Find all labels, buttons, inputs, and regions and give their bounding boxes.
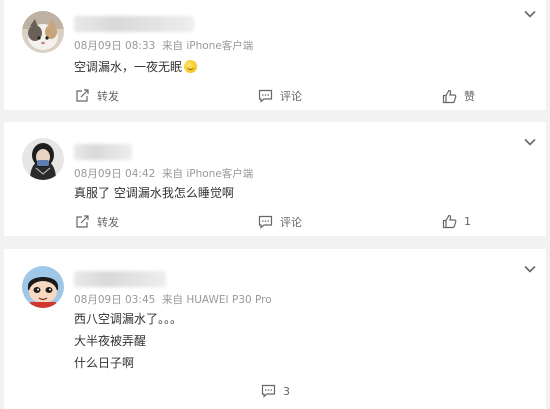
tears-of-joy-emoji: [184, 60, 198, 73]
source: 来自 iPhone客户端: [162, 40, 254, 52]
comment-line: 西八空调漏水了。。。: [74, 312, 183, 326]
comment-icon: [258, 89, 273, 103]
comment-card: 08月09日 04:42 来自 iPhone客户端 真服了 空调漏水我怎么睡觉啊…: [4, 122, 546, 236]
comment-line: 什么日子啊: [74, 356, 135, 370]
comment-text: 真服了 空调漏水我怎么睡觉啊: [74, 184, 234, 201]
comment-meta: 08月09日 03:45 来自 HUAWEI P30 Pro: [74, 292, 272, 307]
chevron-down-icon[interactable]: [524, 138, 536, 146]
like-count: 1: [464, 215, 471, 228]
comment-button[interactable]: 3: [261, 384, 290, 398]
chevron-down-icon[interactable]: [524, 10, 536, 18]
comment-text-line-2: 大半夜被弄醒: [74, 332, 146, 349]
avatar[interactable]: [22, 266, 64, 308]
comment-meta: 08月09日 04:42 来自 iPhone客户端: [74, 166, 253, 181]
repost-label: 转发: [97, 90, 119, 103]
comment-feed: 08月09日 08:33 来自 iPhone客户端 空调漏水，一夜无眠 转发 评…: [0, 0, 550, 409]
comment-card: 08月09日 03:45 来自 HUAWEI P30 Pro 西八空调漏水了。。…: [4, 249, 546, 409]
username-blurred[interactable]: [74, 16, 194, 32]
like-button[interactable]: 赞: [442, 88, 475, 104]
comment-line: 真服了 空调漏水我怎么睡觉啊: [74, 186, 234, 200]
comment-line: 大半夜被弄醒: [74, 334, 147, 348]
comment-text-line-1: 西八空调漏水了。。。: [74, 310, 182, 327]
comment-text: 空调漏水，一夜无眠: [74, 58, 198, 75]
like-button[interactable]: 1: [442, 214, 471, 229]
timestamp: 08月09日 08:33: [74, 40, 156, 52]
comment-text-line-3: 什么日子啊: [74, 354, 134, 371]
like-label: 赞: [464, 90, 475, 103]
comment-count: 3: [283, 384, 290, 398]
comment-icon: [261, 384, 276, 398]
comment-label: 评论: [280, 90, 302, 103]
comment-icon: [258, 215, 273, 229]
comment-meta: 08月09日 08:33 来自 iPhone客户端: [74, 38, 253, 53]
chevron-down-icon[interactable]: [524, 265, 536, 273]
source: 来自 iPhone客户端: [162, 168, 254, 180]
repost-button[interactable]: 转发: [75, 214, 119, 230]
username-blurred[interactable]: [74, 271, 166, 287]
comment-button[interactable]: 评论: [258, 214, 302, 230]
comment-card: 08月09日 08:33 来自 iPhone客户端 空调漏水，一夜无眠 转发 评…: [4, 0, 546, 110]
username-blurred[interactable]: [74, 144, 132, 160]
timestamp: 08月09日 03:45: [74, 294, 156, 306]
source: 来自 HUAWEI P30 Pro: [162, 294, 272, 306]
repost-label: 转发: [97, 216, 119, 229]
repost-button[interactable]: 转发: [75, 88, 119, 104]
timestamp: 08月09日 04:42: [74, 168, 156, 180]
thumbs-up-icon: [442, 89, 457, 103]
repost-icon: [76, 89, 89, 102]
repost-icon: [76, 215, 89, 228]
comment-line: 空调漏水，一夜无眠: [74, 60, 183, 74]
comment-button[interactable]: 评论: [258, 88, 302, 104]
avatar[interactable]: [22, 138, 64, 180]
thumbs-up-icon: [442, 214, 457, 229]
avatar[interactable]: [22, 11, 64, 53]
comment-label: 评论: [280, 216, 302, 229]
